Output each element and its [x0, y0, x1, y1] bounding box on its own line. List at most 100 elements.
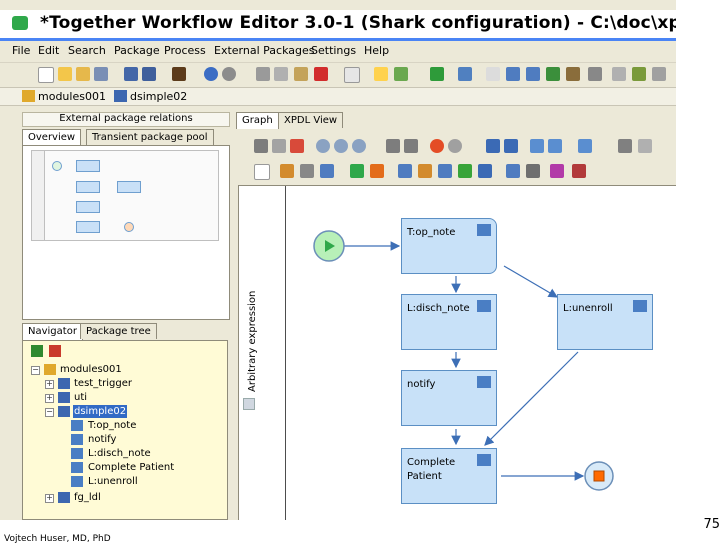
menu-settings[interactable]: Settings	[311, 44, 356, 57]
processes-icon[interactable]	[632, 67, 646, 81]
subflow-icon[interactable]	[504, 139, 518, 153]
open-icon[interactable]	[58, 67, 72, 81]
tab-transient-package-pool[interactable]: Transient package pool	[86, 129, 214, 145]
self-transition-icon[interactable]	[526, 164, 540, 178]
collapse-all-icon[interactable]	[49, 345, 61, 357]
import-icon[interactable]	[94, 67, 108, 81]
external-package-relations-title[interactable]: External package relations	[22, 112, 230, 127]
open-folder-icon[interactable]	[76, 67, 90, 81]
breadcrumb-process[interactable]: dsimple02	[130, 90, 187, 103]
settings-icon[interactable]	[638, 139, 652, 153]
split-icon[interactable]	[530, 139, 544, 153]
layout-icon[interactable]	[486, 139, 500, 153]
tree-item-notify[interactable]: notify	[71, 433, 221, 447]
gridlines-icon[interactable]	[618, 139, 632, 153]
check-icon[interactable]	[430, 67, 444, 81]
block-activity-icon[interactable]	[458, 164, 472, 178]
activity-unenroll[interactable]: L:unenroll	[557, 294, 653, 350]
end-icon[interactable]	[370, 164, 384, 178]
activity-disch-note[interactable]: L:disch_note	[401, 294, 497, 350]
generic-activity-icon[interactable]	[398, 164, 412, 178]
select-icon[interactable]	[254, 164, 270, 180]
tree-item-disch-note[interactable]: L:disch_note	[71, 447, 221, 461]
ext-packages-icon[interactable]	[652, 67, 666, 81]
datafields-icon[interactable]	[588, 67, 602, 81]
spelling-icon[interactable]	[486, 67, 500, 81]
menu-search[interactable]: Search	[68, 44, 106, 57]
tree-icon[interactable]	[506, 67, 520, 81]
route-icon[interactable]	[418, 164, 432, 178]
transition-icon[interactable]	[506, 164, 520, 178]
person-icon[interactable]	[300, 164, 314, 178]
participants-icon[interactable]	[526, 67, 540, 81]
tree-root[interactable]: − modules001	[31, 363, 221, 377]
menu-edit[interactable]: Edit	[38, 44, 59, 57]
move-up-icon[interactable]	[386, 139, 400, 153]
activity-op-note[interactable]: T:op_note	[401, 218, 497, 274]
back-icon[interactable]	[430, 139, 444, 153]
circular-transition-icon[interactable]	[550, 164, 564, 178]
participants-icon[interactable]	[280, 164, 294, 178]
start-icon[interactable]	[350, 164, 364, 178]
exit-icon[interactable]	[172, 67, 186, 81]
subflow-activity-icon[interactable]	[438, 164, 452, 178]
zoom-in-icon[interactable]	[334, 139, 348, 153]
menu-process[interactable]: Process	[164, 44, 206, 57]
cut-icon[interactable]	[256, 67, 270, 81]
forward-icon[interactable]	[222, 67, 236, 81]
pdf-icon[interactable]	[290, 139, 304, 153]
back-icon[interactable]	[204, 67, 218, 81]
zoom-out-icon[interactable]	[352, 139, 366, 153]
menu-package[interactable]: Package	[114, 44, 160, 57]
join-icon[interactable]	[548, 139, 562, 153]
expand-toggle[interactable]: +	[45, 380, 54, 389]
zoom-icon[interactable]	[316, 139, 330, 153]
graph-canvas[interactable]: Arbitrary expression T:op_note L:disch_n…	[238, 185, 676, 520]
tool-activity-icon[interactable]	[478, 164, 492, 178]
menu-external-packages[interactable]: External Packages	[214, 44, 314, 57]
copy-icon[interactable]	[274, 67, 288, 81]
tab-package-tree[interactable]: Package tree	[80, 323, 157, 339]
binoculars-icon[interactable]	[272, 139, 286, 153]
expand-toggle[interactable]: +	[45, 394, 54, 403]
tab-xpdl-view[interactable]: XPDL View	[278, 112, 344, 128]
tab-overview[interactable]: Overview	[22, 129, 82, 146]
save-icon[interactable]	[124, 67, 138, 81]
tab-graph[interactable]: Graph	[236, 112, 279, 129]
formal-params-icon[interactable]	[612, 67, 626, 81]
exception-transition-icon[interactable]	[572, 164, 586, 178]
forward-icon[interactable]	[448, 139, 462, 153]
move-down-icon[interactable]	[404, 139, 418, 153]
print-icon[interactable]	[254, 139, 268, 153]
tree-item-test-trigger[interactable]: + test_trigger	[45, 377, 215, 391]
save-as-icon[interactable]	[142, 67, 156, 81]
types-icon[interactable]	[566, 67, 580, 81]
paste-icon[interactable]	[294, 67, 308, 81]
new-icon[interactable]	[38, 67, 54, 83]
graph-icon[interactable]	[458, 67, 472, 81]
overview-thumbnail[interactable]	[31, 150, 219, 241]
references-icon[interactable]	[394, 67, 408, 81]
applications-icon[interactable]	[546, 67, 560, 81]
tree-item-complete-patient[interactable]: Complete Patient	[71, 461, 221, 475]
activity-notify[interactable]: notify	[401, 370, 497, 426]
tree-item-fg-ldl[interactable]: + fg_ldl	[45, 491, 215, 505]
tree-item-uti[interactable]: + uti	[45, 391, 215, 405]
activity-complete-patient[interactable]: Complete Patient	[401, 448, 497, 504]
tab-navigator[interactable]: Navigator	[22, 323, 83, 340]
tree-item-unenroll[interactable]: L:unenroll	[71, 475, 221, 489]
find-icon[interactable]	[374, 67, 388, 81]
activity-set-icon[interactable]	[320, 164, 334, 178]
properties-icon[interactable]	[344, 67, 360, 83]
expand-all-icon[interactable]	[31, 345, 43, 357]
expand-toggle[interactable]: +	[45, 494, 54, 503]
menu-help[interactable]: Help	[364, 44, 389, 57]
collapse-toggle[interactable]: −	[31, 366, 40, 375]
collapse-toggle[interactable]: −	[45, 408, 54, 417]
tree-item-op-note[interactable]: T:op_note	[71, 419, 221, 433]
menu-file[interactable]: File	[12, 44, 30, 57]
delete-icon[interactable]	[314, 67, 328, 81]
breadcrumb-package[interactable]: modules001	[38, 90, 106, 103]
tree-item-dsimple02[interactable]: − dsimple02	[45, 405, 215, 419]
participant-icon[interactable]	[578, 139, 592, 153]
